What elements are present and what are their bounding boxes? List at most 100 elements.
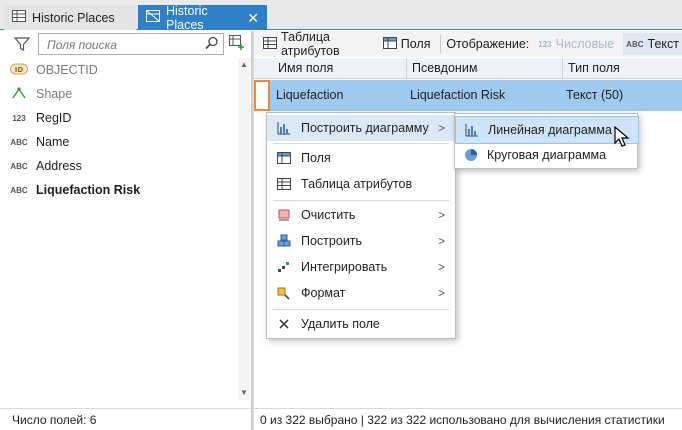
column-divider[interactable] — [406, 58, 407, 79]
cell-alias[interactable]: Liquefaction Risk — [410, 88, 505, 102]
text-field-icon: ABC — [10, 137, 28, 147]
field-name: Address — [36, 159, 82, 173]
chevron-right-icon: > — [437, 286, 445, 300]
integrate-icon — [267, 260, 301, 274]
menu-item-label: Поля — [301, 151, 331, 165]
text-field-icon: ABC — [10, 185, 28, 195]
search-icon[interactable] — [205, 36, 219, 53]
table-icon — [267, 178, 301, 190]
eraser-icon — [267, 208, 301, 222]
text-field-icon: ABC — [10, 161, 28, 171]
menu-item-line-chart[interactable]: Линейная диаграмма — [455, 116, 639, 144]
context-menu: Построить диаграмму > Поля Таблица атриб… — [266, 112, 456, 339]
menu-separator — [273, 200, 449, 201]
display-label: Отображение: — [446, 37, 530, 51]
chevron-right-icon: > — [437, 234, 445, 248]
svg-text:ID: ID — [15, 66, 24, 74]
menu-item-label: Интегрировать — [301, 260, 388, 274]
menu-item-fields[interactable]: Поля — [267, 145, 455, 171]
field-name: RegID — [36, 111, 72, 125]
shape-icon — [10, 86, 28, 102]
menu-item-clear[interactable]: Очистить > — [267, 202, 455, 228]
tab-historic-places-table[interactable]: Historic Places — [4, 5, 136, 30]
fields-label: Поля — [400, 37, 431, 51]
fields-icon — [267, 152, 301, 164]
list-item[interactable]: ABC Name — [10, 130, 240, 154]
menu-item-format[interactable]: Формат > — [267, 280, 455, 306]
field-name: Liquefaction Risk — [36, 183, 141, 197]
text-display-button[interactable]: ABC Текст — [623, 33, 682, 55]
chevron-right-icon: > — [437, 208, 445, 222]
field-name: OBJECTID — [36, 63, 98, 77]
list-item[interactable]: 123 RegID — [10, 106, 240, 130]
tab-historic-places-fields[interactable]: Historic Places ✕ — [138, 3, 267, 32]
bar-chart-icon — [267, 121, 301, 135]
attribute-table-label: Таблица атрибутов — [281, 30, 340, 58]
list-item[interactable]: ABC Address — [10, 154, 240, 178]
menu-separator — [273, 143, 449, 144]
field-name: Name — [36, 135, 70, 149]
column-header-alias[interactable]: Псевдоним — [412, 61, 477, 75]
field-count-status: Число полей: 6 — [0, 408, 251, 430]
scroll-down-icon[interactable]: ▼ — [240, 388, 248, 397]
menu-item-label: Круговая диаграмма — [487, 148, 607, 162]
menu-item-label: Удалить поле — [301, 317, 380, 331]
numeric-display-button[interactable]: 123 Числовые — [535, 33, 617, 55]
attribute-table-button[interactable]: Таблица атрибутов — [260, 30, 374, 58]
chevron-right-icon: > — [437, 260, 445, 274]
table-icon — [263, 36, 277, 52]
toolbar-divider — [439, 35, 441, 53]
field-type-icon: ID — [10, 63, 28, 77]
numeric-tag-icon: 123 — [538, 39, 552, 49]
column-header-field-name[interactable]: Имя поля — [278, 61, 333, 75]
fields-toolbar: Таблица атрибутов Поля Отображение: 123 … — [254, 30, 682, 58]
menu-separator — [273, 309, 449, 310]
tab-label: Historic Places — [166, 3, 208, 32]
menu-item-label: Формат — [301, 286, 346, 300]
list-item[interactable]: ABC Liquefaction Risk — [10, 178, 240, 202]
column-divider[interactable] — [562, 58, 563, 79]
field-view-icon — [146, 10, 160, 25]
menu-item-integrate[interactable]: Интегрировать > — [267, 254, 455, 280]
menu-item-label: Таблица атрибутов — [301, 177, 413, 191]
text-tag-icon: ABC — [626, 39, 644, 49]
list-item[interactable]: ID OBJECTID — [10, 58, 240, 82]
grid-header: Имя поля Псевдоним Тип поля — [254, 58, 682, 79]
cell-field-type[interactable]: Текст (50) — [566, 88, 623, 102]
scroll-up-icon[interactable]: ▲ — [240, 60, 248, 69]
delete-icon — [267, 318, 301, 330]
menu-item-label: Линейная диаграмма — [488, 123, 612, 137]
field-list: ID OBJECTID Shape 123 RegID ABC Name ABC… — [10, 58, 240, 202]
menu-item-create-chart[interactable]: Построить диаграмму > — [267, 115, 455, 141]
menu-item-label: Построить — [301, 234, 363, 248]
field-name: Shape — [36, 87, 73, 101]
column-header-field-type[interactable]: Тип поля — [568, 61, 620, 75]
pie-chart-icon — [455, 148, 487, 162]
row-selector[interactable] — [254, 80, 270, 111]
menu-item-delete-field[interactable]: Удалить поле — [267, 311, 455, 337]
menu-item-label: Очистить — [301, 208, 356, 222]
table-icon — [12, 10, 26, 25]
fields-button[interactable]: Поля — [380, 33, 434, 55]
search-input[interactable] — [45, 35, 199, 55]
close-icon[interactable]: ✕ — [247, 11, 259, 25]
menu-item-pie-chart[interactable]: Круговая диаграмма — [455, 142, 637, 168]
menu-item-attribute-table[interactable]: Таблица атрибутов — [267, 171, 455, 197]
table-row[interactable]: Liquefaction Liquefaction Risk Текст (50… — [254, 80, 682, 111]
search-box — [38, 33, 224, 55]
numeric-label: Числовые — [555, 37, 615, 51]
menu-item-construct[interactable]: Построить > — [267, 228, 455, 254]
tab-label: Historic Places — [32, 10, 115, 25]
list-item[interactable]: Shape — [10, 82, 240, 106]
vertical-scrollbar[interactable]: ▲ ▼ — [238, 58, 250, 400]
bar-chart-icon — [456, 123, 488, 137]
filter-icon[interactable] — [13, 36, 31, 55]
format-icon — [267, 286, 301, 300]
chart-submenu: Линейная диаграмма Круговая диаграмма — [454, 113, 639, 169]
text-label: Текст — [647, 37, 679, 51]
add-field-icon[interactable] — [229, 35, 245, 54]
chevron-right-icon: > — [437, 121, 445, 135]
selection-status: 0 из 322 выбрано | 322 из 322 использова… — [254, 408, 682, 430]
cell-field-name[interactable]: Liquefaction — [276, 88, 343, 102]
tab-bar: Historic Places Historic Places ✕ — [0, 0, 682, 32]
